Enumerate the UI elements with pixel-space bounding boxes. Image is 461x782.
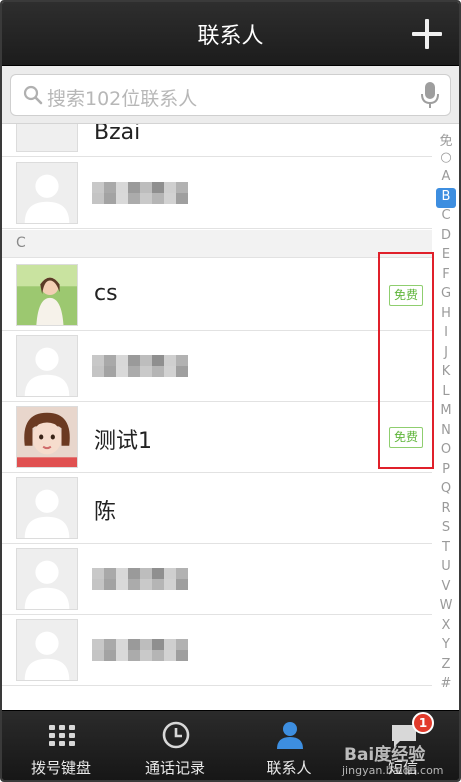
index-letter[interactable]: H (434, 306, 458, 321)
default-avatar-icon (16, 335, 78, 397)
list-item[interactable] (2, 331, 432, 402)
clock-icon (162, 721, 190, 749)
app-frame: 联系人 搜索102位联系人 Bzai cs 免费 测试1 免费陈 C 免 ○ A B C D E (0, 0, 461, 782)
index-letter[interactable]: W (434, 598, 458, 613)
search-placeholder: 搜索102位联系人 (47, 88, 198, 110)
blurred-contact-name (92, 639, 188, 661)
index-letter[interactable]: # (434, 676, 458, 691)
index-letter[interactable]: O (434, 442, 458, 457)
index-letter[interactable]: E (434, 247, 458, 262)
index-letter[interactable]: P (434, 462, 458, 477)
tab-label: 联系人 (266, 759, 312, 777)
dialpad-icon (49, 725, 75, 746)
tab-dialpad[interactable]: 拨号键盘 (4, 711, 118, 780)
free-badge-highlight (378, 252, 434, 469)
contact-photo (16, 264, 78, 326)
index-letter[interactable]: M (434, 403, 458, 418)
index-letter[interactable]: J (434, 345, 458, 360)
add-contact-button[interactable] (409, 16, 445, 52)
contact-name: Bzai (94, 124, 141, 145)
search-input[interactable]: 搜索102位联系人 (10, 74, 451, 116)
page-title: 联系人 (197, 24, 264, 49)
list-item[interactable] (2, 544, 432, 615)
list-item[interactable]: 测试1 免费 (2, 402, 432, 473)
index-letter[interactable]: F (434, 267, 458, 282)
index-letter[interactable]: V (434, 579, 458, 594)
list-item[interactable]: 陈 (2, 473, 432, 544)
index-letter[interactable]: I (434, 325, 458, 340)
blurred-contact-name (92, 182, 188, 204)
default-avatar-icon (16, 477, 78, 539)
person-icon (277, 722, 303, 749)
index-letter[interactable]: B (434, 189, 458, 204)
contact-name: 陈 (94, 500, 117, 525)
index-letter[interactable]: ○ (434, 150, 458, 165)
index-letter[interactable]: Z (434, 657, 458, 672)
default-avatar-icon (16, 162, 78, 224)
baidu-jingyan-watermark: Bai度经验 jingyan.baidu.com (342, 738, 459, 780)
default-avatar-icon (16, 619, 78, 681)
index-letter[interactable]: L (434, 384, 458, 399)
index-letter[interactable]: C (434, 208, 458, 223)
tab-label: 拨号键盘 (30, 759, 91, 777)
top-bar: 联系人 (2, 2, 459, 66)
index-letter[interactable]: T (434, 540, 458, 555)
list-item[interactable]: Bzai (2, 124, 432, 157)
blurred-contact-name (92, 355, 188, 377)
index-letter[interactable]: U (434, 559, 458, 574)
index-letter[interactable]: Y (434, 637, 458, 652)
list-item[interactable] (2, 158, 432, 229)
microphone-icon[interactable] (420, 81, 440, 109)
index-letter[interactable]: R (434, 501, 458, 516)
tab-label: 通话记录 (144, 759, 205, 777)
contact-name: 测试1 (94, 429, 152, 454)
notification-badge: 1 (412, 712, 434, 734)
index-letter[interactable]: Q (434, 481, 458, 496)
index-letter[interactable]: 免 (434, 130, 458, 149)
default-avatar-icon (16, 124, 78, 152)
index-letter[interactable]: N (434, 423, 458, 438)
tab-contacts[interactable]: 联系人 (232, 711, 346, 780)
search-icon (23, 85, 43, 105)
section-header-c: C (2, 230, 432, 258)
index-letter[interactable]: K (434, 364, 458, 379)
contact-photo (16, 406, 78, 468)
index-letter[interactable]: D (434, 228, 458, 243)
tab-call-log[interactable]: 通话记录 (118, 711, 232, 780)
contact-list[interactable]: Bzai cs 免费测试1 免费陈 C (2, 124, 432, 708)
list-item[interactable]: cs 免费 (2, 260, 432, 331)
contact-name: cs (94, 281, 118, 306)
index-letter[interactable]: G (434, 286, 458, 301)
index-letter[interactable]: A (434, 169, 458, 184)
default-avatar-icon (16, 548, 78, 610)
index-letter[interactable]: S (434, 520, 458, 535)
list-item[interactable] (2, 615, 432, 686)
watermark-logo: Bai度经验 (344, 745, 426, 765)
search-area: 搜索102位联系人 (2, 66, 459, 124)
alphabet-index-bar[interactable]: 免 ○ A B C D E F G H I J K L M N O P Q R S T U V W X Y Z # (434, 130, 458, 700)
index-letter[interactable]: X (434, 618, 458, 633)
section-letter: C (16, 235, 26, 251)
watermark-url: jingyan.baidu.com (342, 764, 444, 777)
blurred-contact-name (92, 568, 188, 590)
